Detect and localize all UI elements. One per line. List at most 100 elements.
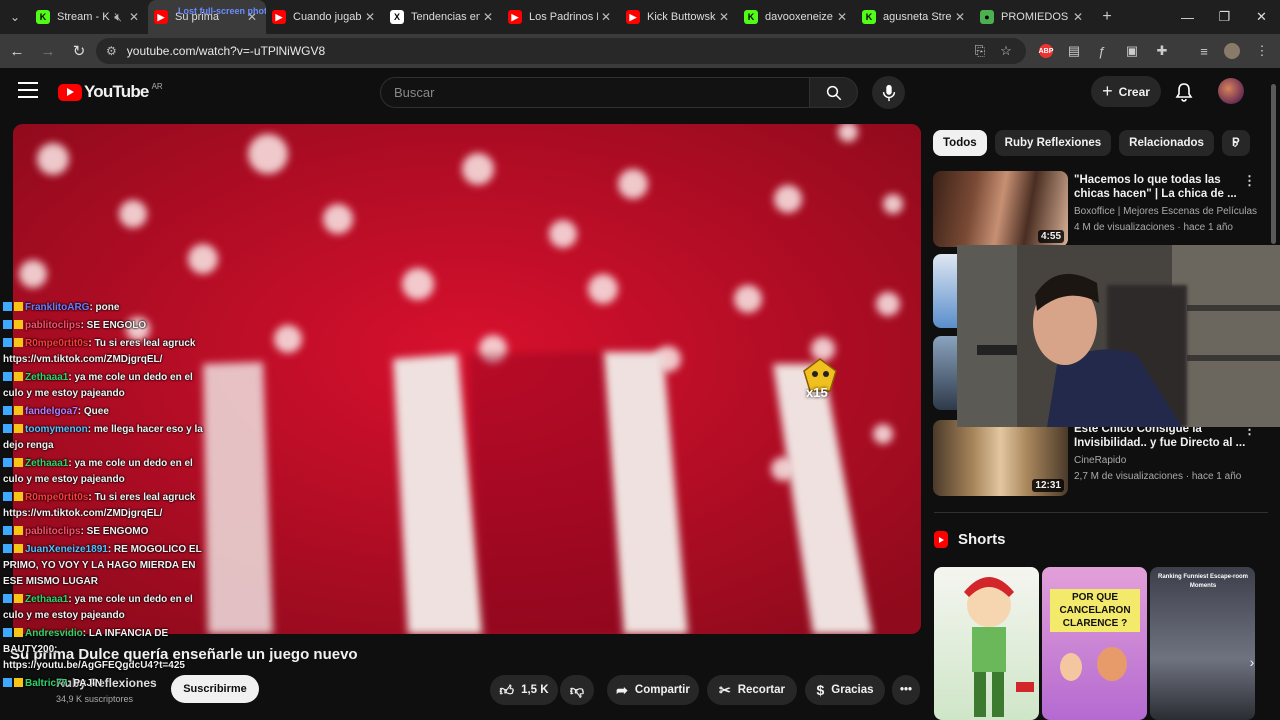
reload-button[interactable]: ↻ xyxy=(65,37,93,65)
youtube-play-icon xyxy=(58,83,82,101)
chips-next-button[interactable]: › xyxy=(1224,132,1248,156)
tab-favicon-icon: ● xyxy=(980,10,994,24)
chat-username[interactable]: pablitoclips xyxy=(25,526,81,537)
close-tab-icon[interactable]: ✕ xyxy=(1070,10,1086,24)
chat-username[interactable]: FranklitoARG xyxy=(25,302,89,313)
close-tab-icon[interactable]: ✕ xyxy=(834,10,850,24)
browser-tab[interactable]: Kagusneta Strea ✕ xyxy=(856,0,974,34)
media-controls-icon[interactable]: ≡ xyxy=(1192,34,1216,68)
tab-title: Stream - K xyxy=(57,11,110,23)
dislike-button[interactable]: 👎︎ xyxy=(560,675,594,705)
browser-tab[interactable]: ▶ Kick Buttowski ✕ xyxy=(620,0,738,34)
recommendation-channel[interactable]: Boxoffice | Mejores Escenas de Películas xyxy=(1074,206,1274,217)
address-bar[interactable]: ⚙ youtube.com/watch?v=-uTPlNiWGV8 xyxy=(96,38,1026,64)
filter-chip[interactable]: Ruby Reflexiones xyxy=(994,130,1112,156)
browser-tab[interactable]: K Stream - K 🔇︎ ✕ xyxy=(30,0,148,34)
short-video-card[interactable] xyxy=(934,567,1039,720)
close-tab-icon[interactable]: ✕ xyxy=(716,10,732,24)
browser-tab[interactable]: ▶ Los Padrinos M ✕ xyxy=(502,0,620,34)
tab-title: davooxeneize xyxy=(765,11,833,23)
browser-tab[interactable]: ▶ Cuando jugab ✕ xyxy=(266,0,384,34)
profile-icon[interactable] xyxy=(1220,34,1244,68)
tab-search-button[interactable]: ⌄ xyxy=(0,0,30,34)
browser-tab[interactable]: X Tendencias en ✕ xyxy=(384,0,502,34)
filter-chip[interactable]: Relacionados xyxy=(1119,130,1214,156)
chat-username[interactable]: R0mpe0rtit0s xyxy=(25,338,88,349)
chat-badge-icon xyxy=(3,678,12,687)
chat-username[interactable]: Zethaaa1 xyxy=(25,594,68,605)
short-video-card[interactable]: POR QUE CANCELARON CLARENCE ? xyxy=(1042,567,1147,720)
hamburger-menu-icon[interactable] xyxy=(18,82,38,98)
chat-username[interactable]: Andresvidio xyxy=(25,628,83,639)
video-duration: 12:31 xyxy=(1032,479,1064,492)
short-video-card[interactable]: Ranking Funniest Escape-room Moments xyxy=(1150,567,1255,720)
notifications-button[interactable] xyxy=(1172,80,1196,104)
search-button[interactable] xyxy=(810,77,858,108)
new-tab-button[interactable]: + xyxy=(1092,8,1122,26)
browser-tab[interactable]: ▶Su primaLost full-screen photos(s)✕ xyxy=(148,0,266,34)
extension-icon[interactable]: ▤ xyxy=(1062,34,1086,68)
close-tab-icon[interactable]: ✕ xyxy=(952,10,968,24)
voice-search-button[interactable] xyxy=(872,76,905,109)
page-scrollbar[interactable] xyxy=(1271,84,1276,244)
chat-username[interactable]: fandelgoa7 xyxy=(25,406,78,417)
video-duration: 4:55 xyxy=(1037,230,1064,243)
chat-username[interactable]: Zethaaa1 xyxy=(25,458,68,469)
clip-button[interactable]: ✂ Recortar xyxy=(707,675,797,705)
browser-menu-icon[interactable]: ⋮ xyxy=(1250,34,1274,68)
video-thumbnail[interactable]: 4:55 xyxy=(933,171,1068,247)
close-tab-icon[interactable]: ✕ xyxy=(480,10,496,24)
chat-username[interactable]: JuanXeneize1891 xyxy=(25,544,108,555)
shorts-icon xyxy=(934,531,948,548)
close-tab-icon[interactable]: ✕ xyxy=(244,10,260,24)
share-button[interactable]: ➦ Compartir xyxy=(607,675,699,705)
thanks-button[interactable]: $ Gracias xyxy=(805,675,885,705)
forward-button[interactable]: → xyxy=(34,37,62,65)
install-app-icon[interactable]: ⎘ xyxy=(968,34,992,68)
chat-username[interactable]: Zethaaa1 xyxy=(25,372,68,383)
script-extension-icon[interactable]: ƒ xyxy=(1090,34,1114,68)
chat-message: Baltric77: PAJIN xyxy=(3,676,206,692)
tab-favicon-icon: X xyxy=(390,10,404,24)
site-info-icon[interactable]: ⚙ xyxy=(106,44,117,58)
close-tab-icon[interactable]: ✕ xyxy=(598,10,614,24)
chat-username[interactable]: toomymenon xyxy=(25,424,88,435)
video-thumbnail[interactable]: 12:31 xyxy=(933,420,1068,496)
close-tab-icon[interactable]: ✕ xyxy=(362,10,378,24)
browser-tab[interactable]: ● PROMIEDOS - ✕ xyxy=(974,0,1092,34)
chat-message: R0mpe0rtit0s: Tu si eres leal agruck htt… xyxy=(3,490,206,522)
restore-button[interactable]: ❐ xyxy=(1206,0,1243,34)
adblock-extension-icon[interactable]: ABP xyxy=(1034,34,1058,68)
chat-username[interactable]: R0mpe0rtit0s xyxy=(25,492,88,503)
tab-title: agusneta Strea xyxy=(883,11,952,23)
back-button[interactable]: ← xyxy=(3,37,31,65)
search-input[interactable]: Buscar xyxy=(380,77,810,108)
more-actions-button[interactable]: ••• xyxy=(892,675,920,705)
recommendation-channel[interactable]: CineRapido xyxy=(1074,455,1274,466)
chat-badge-icon xyxy=(3,628,12,637)
video-thumbnail[interactable] xyxy=(933,336,957,410)
account-avatar[interactable] xyxy=(1218,78,1244,104)
mute-tab-icon[interactable]: 🔇︎ xyxy=(110,10,126,25)
shorts-next-button[interactable]: › xyxy=(1240,650,1264,674)
screenshot-extension-icon[interactable]: ▣ xyxy=(1120,34,1144,68)
recommendation-item[interactable]: 4:55 "Hacemos lo que todas las chicas ha… xyxy=(933,171,1273,249)
chat-message: JuanXeneize1891: RE MOGOLICO EL PRIMO, Y… xyxy=(3,542,206,590)
bookmark-star-icon[interactable]: ☆ xyxy=(994,34,1018,68)
create-button[interactable]: + Crear xyxy=(1091,76,1161,107)
like-button[interactable]: 👍︎ 1,5 K xyxy=(490,675,558,705)
extensions-puzzle-icon[interactable]: ✚ xyxy=(1150,34,1174,68)
close-tab-icon[interactable]: ✕ xyxy=(126,10,142,24)
more-options-icon[interactable]: ⋮ xyxy=(1243,173,1256,189)
video-thumbnail[interactable] xyxy=(933,254,957,328)
chat-username[interactable]: pablitoclips xyxy=(25,320,81,331)
youtube-logo[interactable]: YouTube AR xyxy=(58,82,163,102)
recommendation-item[interactable]: 12:31 Este Chico Consigue la Invisibilid… xyxy=(933,420,1273,498)
minimize-button[interactable]: — xyxy=(1169,0,1206,34)
recommendation-title[interactable]: "Hacemos lo que todas las chicas hacen" … xyxy=(1074,173,1249,201)
chat-username[interactable]: Baltric77 xyxy=(25,678,67,689)
cheer-count: x15 xyxy=(806,385,828,400)
browser-tab[interactable]: Kdavooxeneize ✕ xyxy=(738,0,856,34)
filter-chip[interactable]: Todos xyxy=(933,130,987,156)
close-window-button[interactable]: ✕ xyxy=(1243,0,1280,34)
